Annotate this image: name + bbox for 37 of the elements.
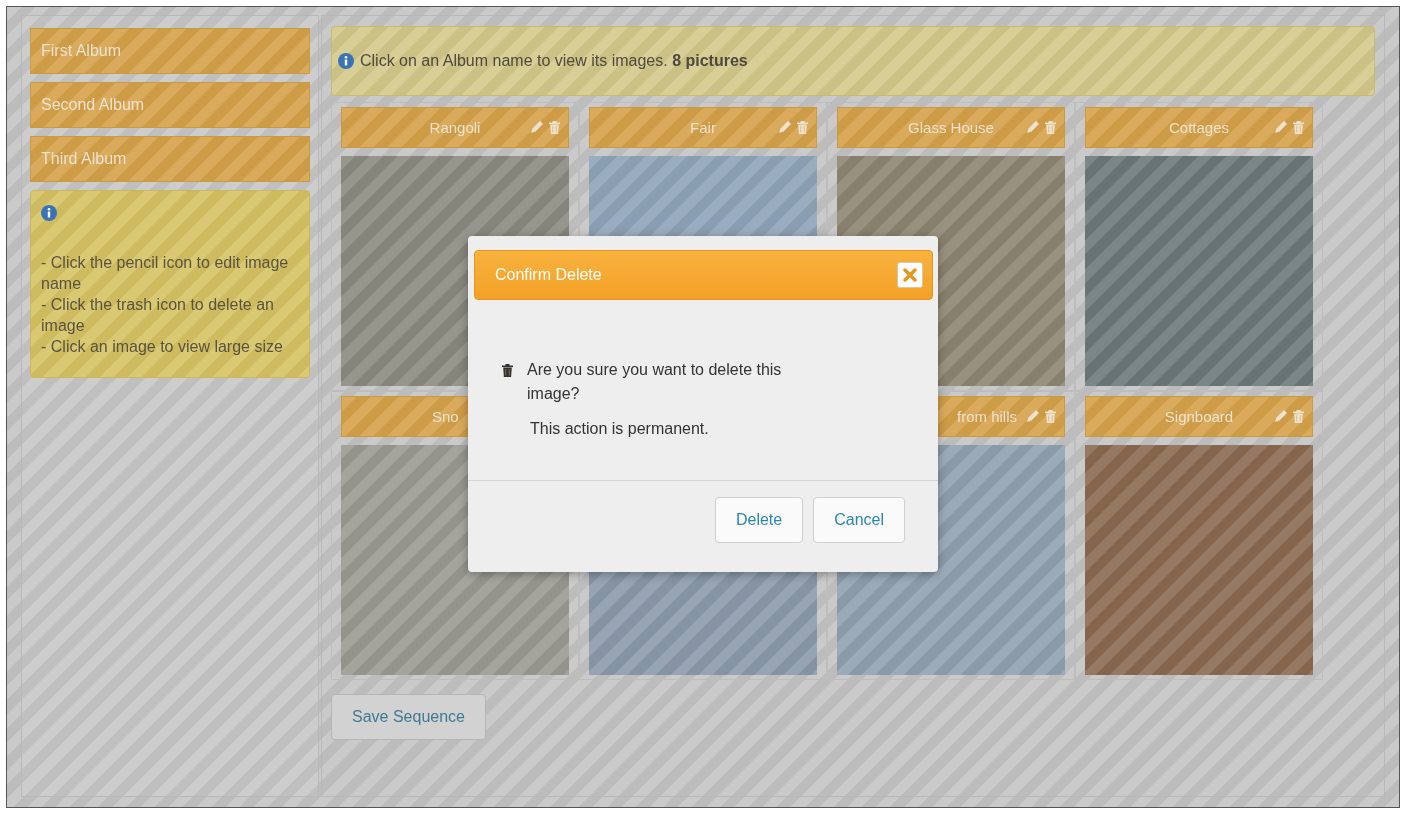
trash-icon[interactable] bbox=[1045, 121, 1056, 134]
trash-icon[interactable] bbox=[549, 121, 560, 134]
close-button[interactable] bbox=[897, 262, 923, 288]
help-text: - Click an image to view large size bbox=[41, 337, 284, 357]
help-text: - Click the trash icon to delete an image bbox=[41, 295, 275, 336]
album-item[interactable]: First Album bbox=[30, 28, 310, 74]
help-text: - Click the pencil icon to edit image name bbox=[41, 253, 290, 294]
trash-icon[interactable] bbox=[1045, 410, 1056, 423]
image-title: Sno bbox=[432, 408, 459, 425]
dialog-title: Confirm Delete bbox=[495, 266, 602, 284]
dialog-message: Are you sure you want to delete this image? bbox=[527, 360, 783, 404]
pencil-icon[interactable] bbox=[1027, 410, 1039, 422]
pencil-icon[interactable] bbox=[779, 121, 791, 133]
trash-icon[interactable] bbox=[797, 121, 808, 134]
info-icon bbox=[41, 205, 57, 221]
trash-icon bbox=[502, 364, 513, 377]
image-title: from hills bbox=[957, 408, 1017, 425]
pencil-icon[interactable] bbox=[1275, 121, 1287, 133]
album-item[interactable]: Third Album bbox=[30, 136, 310, 182]
image-title: Cottages bbox=[1168, 119, 1229, 136]
delete-button[interactable]: Delete bbox=[714, 497, 804, 543]
image-title: Fair bbox=[690, 119, 716, 136]
trash-icon[interactable] bbox=[1293, 121, 1304, 134]
pencil-icon[interactable] bbox=[531, 121, 543, 133]
close-icon bbox=[903, 268, 917, 282]
cancel-button[interactable]: Cancel bbox=[813, 497, 905, 543]
save-sequence-button[interactable]: Save Sequence bbox=[331, 694, 486, 740]
pencil-icon[interactable] bbox=[1027, 121, 1039, 133]
info-icon bbox=[338, 53, 354, 69]
image-title: Signboard bbox=[1164, 408, 1234, 425]
image-title: Rangoli bbox=[429, 119, 481, 136]
pencil-icon[interactable] bbox=[1275, 410, 1287, 422]
dialog-note: This action is permanent. bbox=[530, 420, 710, 438]
trash-icon[interactable] bbox=[1293, 410, 1304, 423]
album-item[interactable]: Second Album bbox=[30, 82, 310, 128]
image-title: Glass House bbox=[908, 119, 994, 136]
notice-text: Click on an Album name to view its images. 8 pictures bbox=[360, 52, 748, 70]
